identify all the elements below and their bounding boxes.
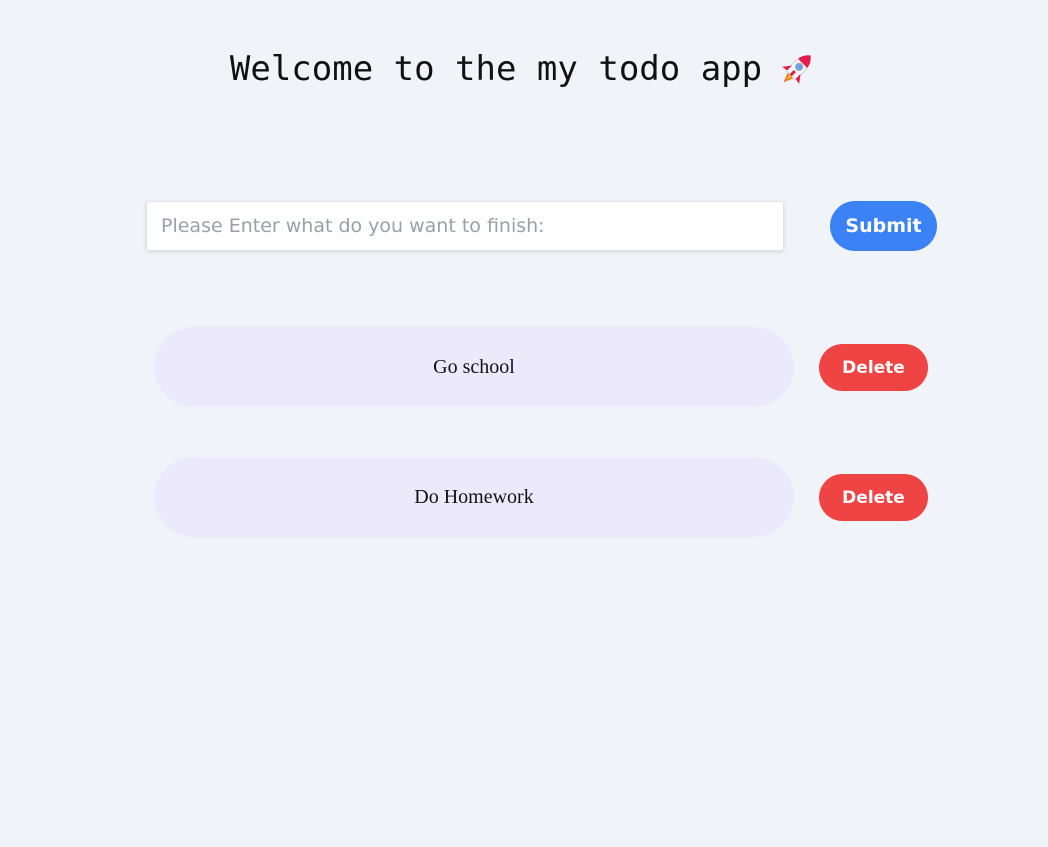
- submit-button[interactable]: Submit: [830, 201, 937, 251]
- todo-input[interactable]: [146, 201, 784, 251]
- rocket-icon: [776, 48, 818, 90]
- todo-item-text: Go school: [433, 355, 515, 378]
- page-title: Welcome to the my todo app: [0, 44, 1048, 94]
- todo-item: Go school: [154, 327, 794, 407]
- delete-button[interactable]: Delete: [819, 474, 928, 521]
- todo-item-text: Do Homework: [414, 485, 534, 508]
- todo-item: Do Homework: [154, 457, 794, 537]
- delete-button[interactable]: Delete: [819, 344, 928, 391]
- page-title-text: Welcome to the my todo app: [229, 49, 763, 89]
